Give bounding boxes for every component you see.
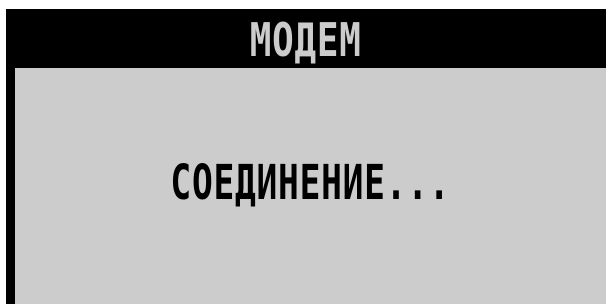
dialog-body: СОЕДИНЕНИЕ... [15, 68, 606, 304]
modem-dialog: МОДЕМ СОЕДИНЕНИЕ... [6, 9, 606, 304]
screen: МОДЕМ СОЕДИНЕНИЕ... [0, 0, 613, 304]
title-bar: МОДЕМ [6, 9, 606, 68]
connection-status-text: СОЕДИНЕНИЕ... [170, 155, 451, 211]
dialog-title: МОДЕМ [250, 12, 362, 67]
status-message-container: СОЕДИНЕНИЕ... [15, 68, 606, 304]
